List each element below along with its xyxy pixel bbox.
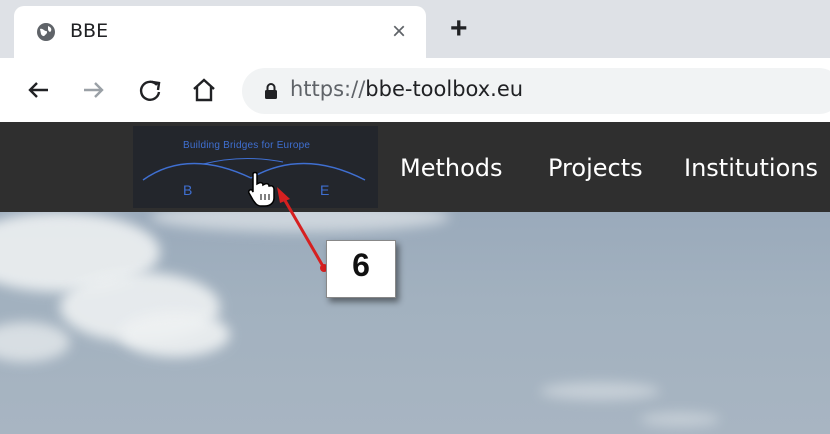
new-tab-button[interactable]: + [450,14,468,44]
globe-icon [37,23,55,41]
hero-sky-image [0,212,830,434]
back-icon[interactable] [22,74,54,106]
address-bar[interactable]: https://bbe-toolbox.eu [242,68,830,114]
bridge-logo-icon [142,157,366,181]
lock-icon [265,83,277,99]
logo-letter-b: B [183,182,193,198]
site-logo-link[interactable]: Building Bridges for Europe B E [133,126,378,208]
tab-strip: BBE × + [0,0,830,58]
browser-toolbar: https://bbe-toolbox.eu [0,58,830,122]
url-text: https://bbe-toolbox.eu [290,77,523,101]
step-callout: 6 [326,240,396,298]
site-navbar: Building Bridges for Europe B E Methods … [0,122,830,212]
home-icon[interactable] [188,74,220,106]
browser-tab[interactable]: BBE × [14,6,426,58]
forward-icon[interactable] [78,74,110,106]
url-scheme: https:// [290,77,366,101]
url-host: bbe-toolbox.eu [365,77,524,101]
nav-institutions[interactable]: Institutions [684,154,818,182]
close-tab-button[interactable]: × [392,16,406,48]
nav-projects[interactable]: Projects [548,154,643,182]
tab-title: BBE [70,20,109,42]
nav-methods[interactable]: Methods [400,154,503,182]
step-number: 6 [352,247,370,283]
logo-letter-e: E [320,182,330,198]
reload-icon[interactable] [134,74,166,106]
logo-tagline: Building Bridges for Europe [183,140,311,151]
